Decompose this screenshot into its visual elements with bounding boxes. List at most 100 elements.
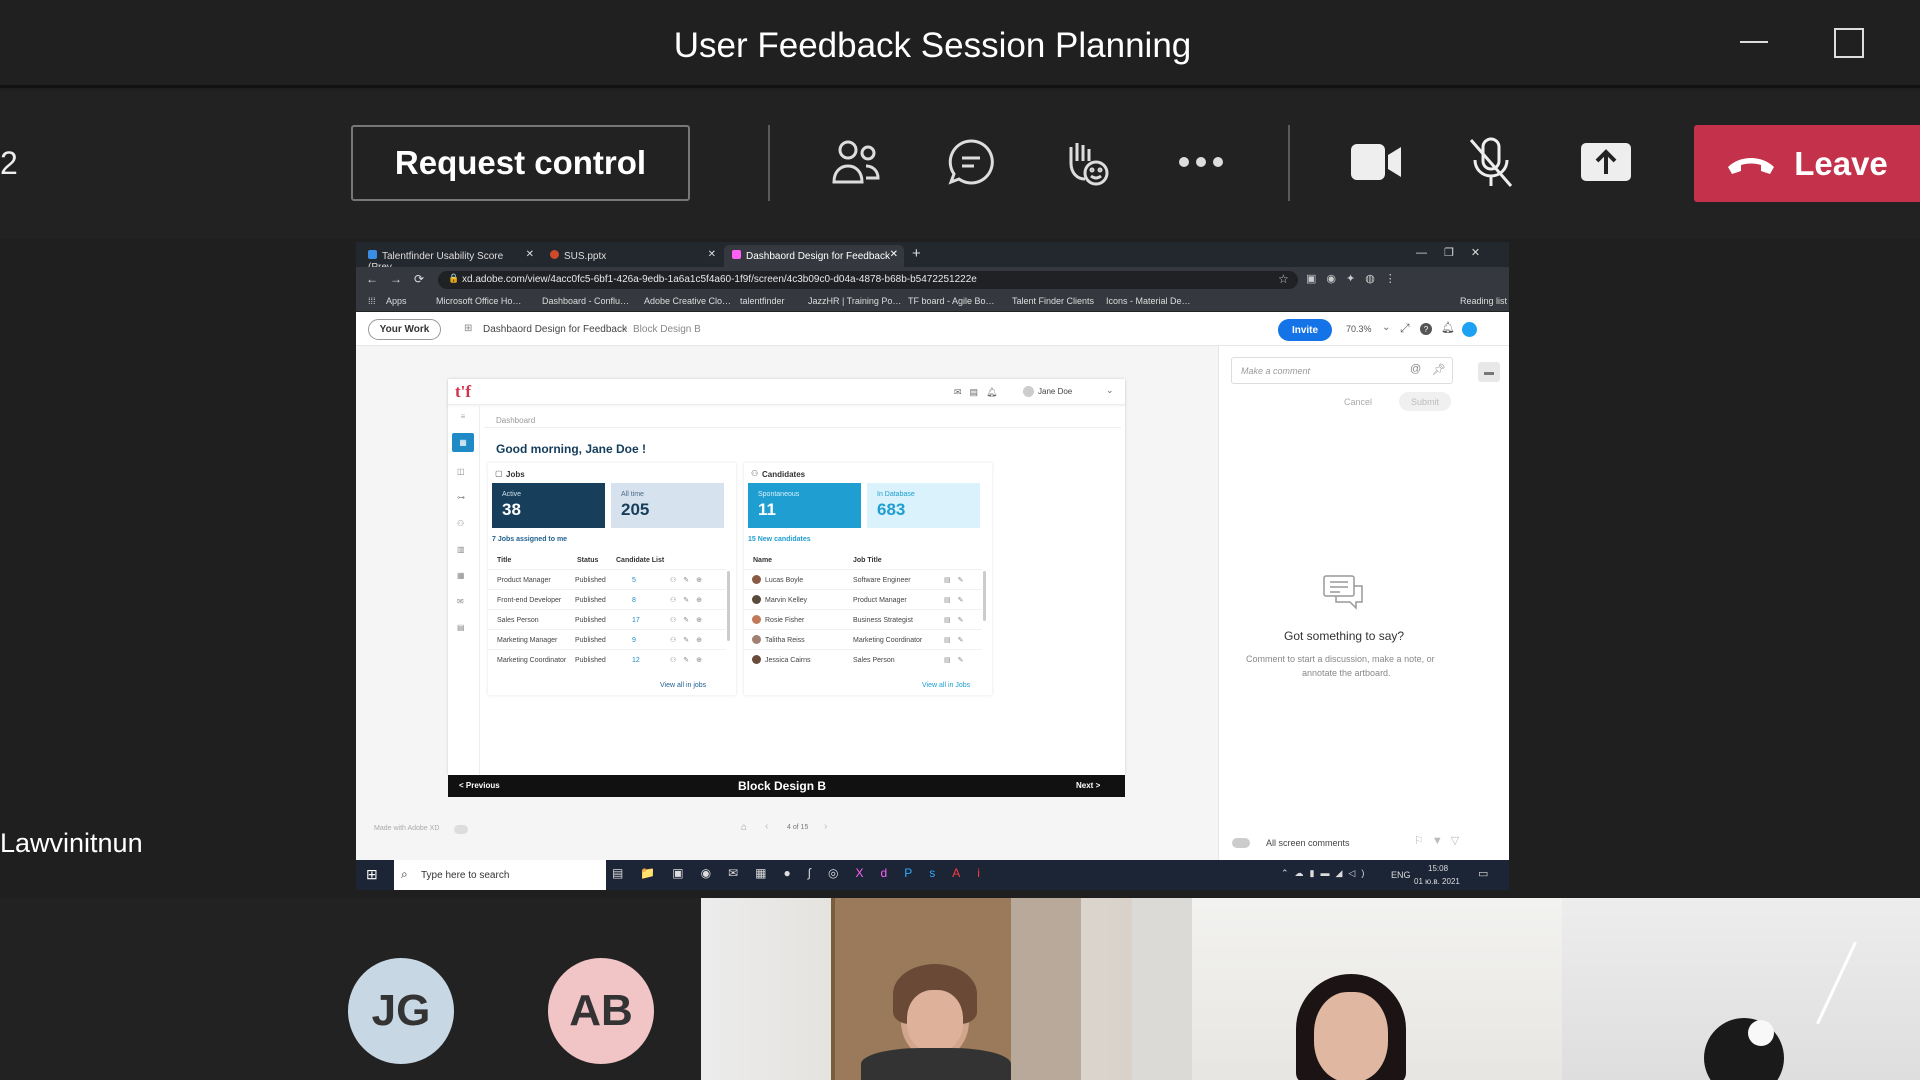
close-icon[interactable]: ✕ xyxy=(890,249,898,260)
raise-hand-button[interactable] xyxy=(1050,126,1122,198)
browser-tab[interactable]: Talentfinder Usability Score (Prev… ✕ xyxy=(360,245,540,273)
participants-button[interactable] xyxy=(820,126,892,198)
minimize-button[interactable] xyxy=(1738,22,1770,62)
col-header-title[interactable]: Title xyxy=(497,557,511,564)
row-action-icons[interactable]: ⚇✎⊕ xyxy=(670,596,709,604)
row-action-icons[interactable]: ⚇✎⊕ xyxy=(670,636,709,644)
sidebar-collapse-icon[interactable]: ≡ xyxy=(457,410,469,422)
nav-icons[interactable]: ←→⟳ xyxy=(366,272,436,286)
stat-spontaneous[interactable]: Spontaneous 11 xyxy=(748,483,861,528)
avatar[interactable] xyxy=(1462,322,1477,337)
chevron-down-icon[interactable]: ⌄ xyxy=(1106,385,1114,396)
browser-tab-active[interactable]: Dashbaord Design for Feedback ✕ xyxy=(724,245,904,267)
col-header-status[interactable]: Status xyxy=(577,557,598,564)
submit-button[interactable]: Submit xyxy=(1399,392,1451,411)
pin-icon[interactable]: 📌︎ xyxy=(1432,363,1446,376)
stat-active[interactable]: Active 38 xyxy=(492,483,605,528)
filter-icons[interactable]: ⚐▼▽ xyxy=(1414,834,1467,847)
bell-icon[interactable]: 🔔︎ xyxy=(1441,321,1455,334)
windows-start-icon[interactable]: ⊞ xyxy=(366,866,378,883)
made-with-toggle[interactable] xyxy=(454,825,468,834)
your-work-button[interactable]: Your Work xyxy=(368,319,441,340)
view-all-candidates-link[interactable]: View all in Jobs xyxy=(922,682,970,689)
participant-avatar[interactable]: AB xyxy=(548,958,654,1064)
cell-count[interactable]: 8 xyxy=(632,597,636,604)
row-action-icons[interactable]: ▤✎ xyxy=(944,656,970,664)
help-icon[interactable]: ? xyxy=(1420,323,1432,335)
table-row[interactable]: Jessica Cairns Sales Person ▤✎ xyxy=(744,649,982,669)
home-icon[interactable]: ⌂ xyxy=(741,822,747,833)
microphone-button[interactable] xyxy=(1455,126,1527,198)
reading-list[interactable]: Reading list xyxy=(1460,296,1507,306)
cell-count[interactable]: 17 xyxy=(632,617,640,624)
extension-icons[interactable]: ▣◉✦◍⋮ xyxy=(1306,272,1406,285)
col-header-candidates[interactable]: Candidate List xyxy=(616,557,664,564)
bookmark[interactable]: Microsoft Office Ho… xyxy=(436,296,521,306)
browser-tab[interactable]: SUS.pptx ✕ xyxy=(542,245,722,267)
previous-button[interactable]: < Previous xyxy=(459,781,500,790)
zoom-level[interactable]: 70.3% xyxy=(1346,324,1372,334)
chat-button[interactable] xyxy=(935,126,1007,198)
close-icon[interactable]: ✕ xyxy=(526,249,534,260)
cell-count[interactable]: 12 xyxy=(632,657,640,664)
table-row[interactable]: Talitha Reiss Marketing Coordinator ▤✎ xyxy=(744,629,982,649)
all-comments-toggle[interactable] xyxy=(1232,838,1250,848)
cancel-button[interactable]: Cancel xyxy=(1344,397,1372,407)
table-row[interactable]: Rosie Fisher Business Strategist ▤✎ xyxy=(744,609,982,629)
table-row[interactable]: Marketing Coordinator Published 12 ⚇✎⊕ xyxy=(488,649,726,669)
table-row[interactable]: Marvin Kelley Product Manager ▤✎ xyxy=(744,589,982,609)
bookmark[interactable]: JazzHR | Training Po… xyxy=(808,296,901,306)
sidebar-item-dashboard[interactable]: ▦ xyxy=(452,433,474,452)
new-candidates-link[interactable]: 15 New candidates xyxy=(748,536,811,543)
participant-video[interactable] xyxy=(1562,898,1920,1080)
new-tab-icon[interactable]: + xyxy=(912,245,921,262)
chevron-right-icon[interactable]: › xyxy=(824,821,827,832)
chevron-left-icon[interactable]: ‹ xyxy=(765,821,768,832)
jobs-assigned-link[interactable]: 7 Jobs assigned to me xyxy=(492,536,567,543)
bookmark[interactable]: TF board - Agile Bo… xyxy=(908,296,995,306)
scrollbar[interactable] xyxy=(727,571,730,641)
row-action-icons[interactable]: ▤✎ xyxy=(944,616,970,624)
col-header-name[interactable]: Name xyxy=(753,557,772,564)
row-action-icons[interactable]: ▤✎ xyxy=(944,576,970,584)
bookmark[interactable]: Adobe Creative Clo… xyxy=(644,296,731,306)
next-button[interactable]: Next > xyxy=(1076,781,1100,790)
bookmark[interactable]: talentfinder xyxy=(740,296,785,306)
bookmark[interactable]: Dashboard - Conflu… xyxy=(542,296,629,306)
row-action-icons[interactable]: ⚇✎⊕ xyxy=(670,576,709,584)
sidebar-icons[interactable]: ◫ ⊶ ⚇ ▥ ▦ ✉ ▤ xyxy=(457,459,469,632)
table-row[interactable]: Front-end Developer Published 8 ⚇✎⊕ xyxy=(488,589,726,609)
comments-toggle-icon[interactable]: ▬ xyxy=(1478,362,1500,382)
clock-time[interactable]: 15:08 xyxy=(1428,864,1448,873)
bookmark[interactable]: Talent Finder Clients xyxy=(1012,296,1094,306)
user-name[interactable]: Jane Doe xyxy=(1038,387,1072,396)
bookmark[interactable]: Apps xyxy=(386,296,407,306)
close-icon[interactable]: ✕ xyxy=(708,249,716,260)
table-row[interactable]: Sales Person Published 17 ⚇✎⊕ xyxy=(488,609,726,629)
row-action-icons[interactable]: ⚇✎⊕ xyxy=(670,616,709,624)
chevron-down-icon[interactable]: ⌄ xyxy=(1382,322,1390,333)
row-action-icons[interactable]: ⚇✎⊕ xyxy=(670,656,709,664)
mention-icon[interactable]: @ xyxy=(1410,363,1421,375)
stat-all-time[interactable]: All time 205 xyxy=(611,483,724,528)
stat-in-database[interactable]: In Database 683 xyxy=(867,483,980,528)
star-icon[interactable]: ☆ xyxy=(1278,272,1289,286)
expand-icon[interactable]: ⤢ xyxy=(1400,321,1410,336)
topbar-icons[interactable]: ✉▤🔔︎ xyxy=(954,387,1005,398)
tray-icons[interactable]: ⌃☁▮▬◢◁) xyxy=(1281,868,1370,879)
participant-video[interactable] xyxy=(701,898,1132,1080)
more-options-button[interactable] xyxy=(1165,126,1237,198)
window-controls[interactable]: —❐✕ xyxy=(1416,246,1497,259)
camera-button[interactable] xyxy=(1340,126,1412,198)
scrollbar[interactable] xyxy=(983,571,986,621)
request-control-button[interactable]: Request control xyxy=(351,125,690,201)
invite-button[interactable]: Invite xyxy=(1278,319,1332,341)
row-action-icons[interactable]: ▤✎ xyxy=(944,596,970,604)
participant-avatar[interactable]: JG xyxy=(348,958,454,1064)
row-action-icons[interactable]: ▤✎ xyxy=(944,636,970,644)
col-header-job-title[interactable]: Job Title xyxy=(853,557,882,564)
table-row[interactable]: Lucas Boyle Software Engineer ▤✎ xyxy=(744,569,982,589)
taskbar-app-icons[interactable]: ▤📁▣◉✉▦●∫◎XdPsAi xyxy=(612,866,997,880)
bookmark[interactable]: Icons - Material De… xyxy=(1106,296,1191,306)
table-row[interactable]: Product Manager Published 5 ⚇✎⊕ xyxy=(488,569,726,589)
